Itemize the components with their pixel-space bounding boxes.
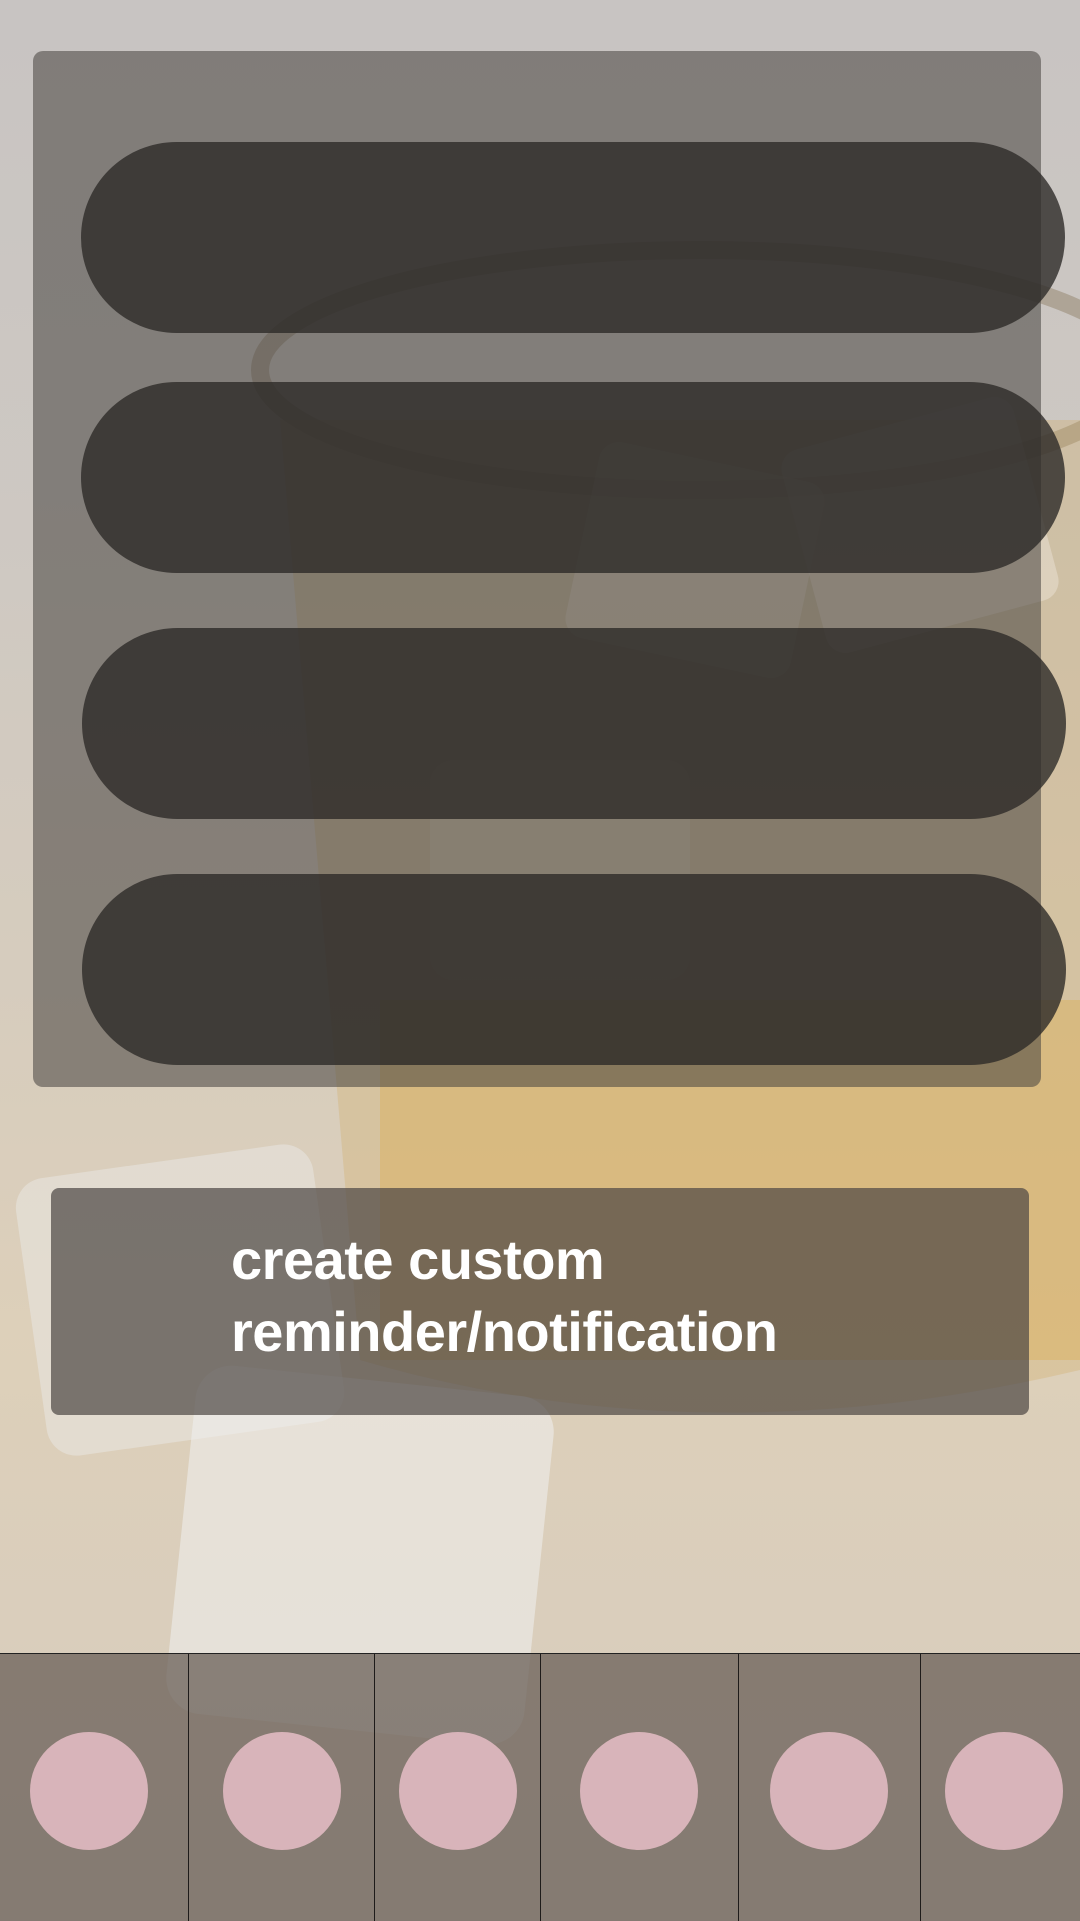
create-label-line1: create custom [231,1228,605,1291]
reminder-slot-2[interactable] [81,382,1065,573]
circle-icon [770,1732,888,1850]
reminder-slot-3[interactable] [82,628,1066,819]
tab-5[interactable] [739,1654,921,1921]
circle-icon [223,1732,341,1850]
create-label-line2: reminder/notification [231,1300,778,1363]
circle-icon [30,1732,148,1850]
bottom-tab-bar [0,1653,1080,1921]
create-custom-reminder-button[interactable]: create custom reminder/notification [51,1188,1029,1415]
tab-1[interactable] [0,1654,189,1921]
tab-6[interactable] [921,1654,1080,1921]
circle-icon [399,1732,517,1850]
circle-icon [580,1732,698,1850]
tab-2[interactable] [189,1654,375,1921]
tab-3[interactable] [375,1654,541,1921]
reminders-panel [33,51,1066,1087]
reminder-slot-4[interactable] [82,874,1066,1065]
circle-icon [945,1732,1063,1850]
create-custom-reminder-label: create custom reminder/notification [231,1224,991,1368]
reminder-slot-1[interactable] [81,142,1065,333]
tab-4[interactable] [541,1654,739,1921]
